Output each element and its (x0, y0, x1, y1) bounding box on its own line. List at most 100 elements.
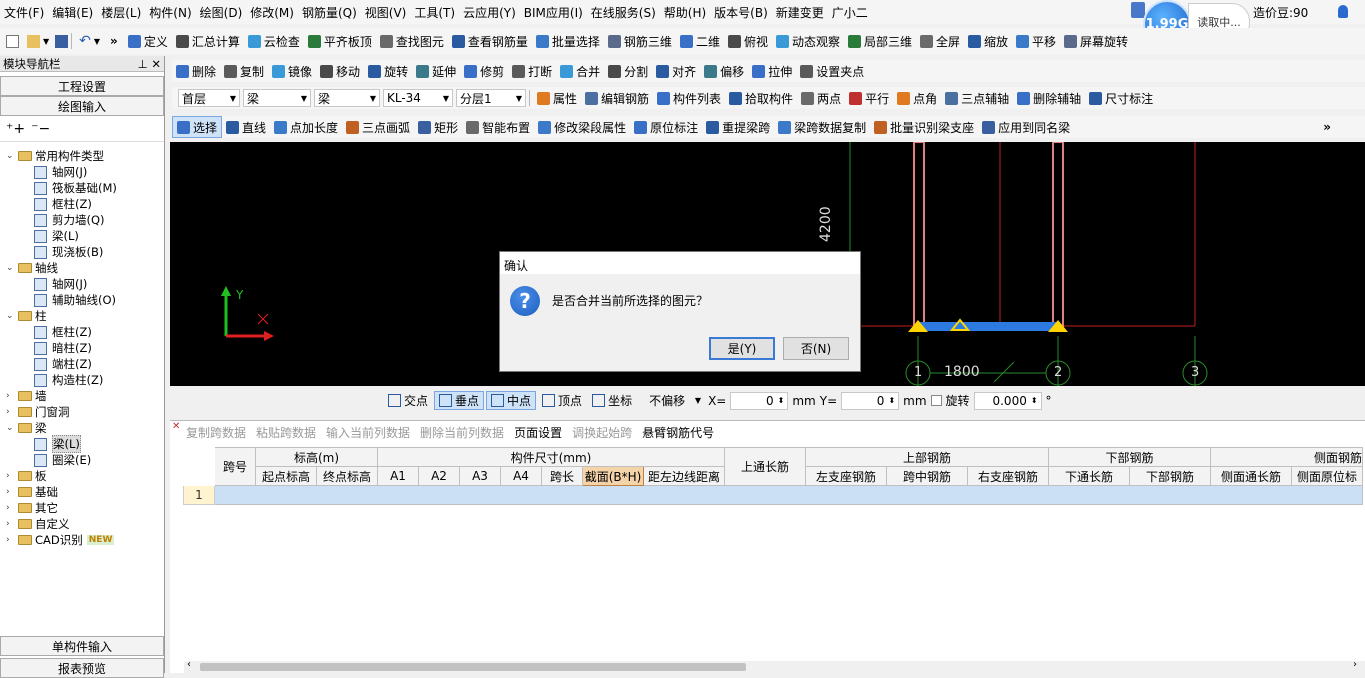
main-tool-2[interactable]: 云检查 (244, 28, 304, 54)
menu-item-8[interactable]: 工具(T) (410, 0, 459, 24)
comp-tool-1[interactable]: 编辑钢筋 (581, 87, 653, 109)
report-preview-button[interactable]: 报表预览 (0, 658, 164, 678)
expand-icon[interactable]: › (6, 471, 16, 481)
menu-item-5[interactable]: 修改(M) (246, 0, 298, 24)
save-icon[interactable] (55, 34, 69, 48)
main-tool-13[interactable]: 缩放 (964, 28, 1012, 54)
comp-tool-4[interactable]: 两点 (797, 87, 845, 109)
subcol-10[interactable]: 跨中钢筋 (886, 466, 968, 486)
subcol-15[interactable]: 侧面原位标 (1291, 466, 1363, 486)
menu-item-7[interactable]: 视图(V) (361, 0, 411, 24)
tree-item-21[interactable]: › 基础 (6, 484, 58, 500)
main-tool-4[interactable]: 查找图元 (376, 28, 448, 54)
user-icon[interactable] (1131, 2, 1145, 18)
snap-2[interactable]: 中点 (486, 391, 537, 410)
col-dimensions[interactable]: 构件尺寸(mm) (377, 447, 725, 467)
draw-tool-4[interactable]: 矩形 (414, 116, 462, 138)
collapse-all-icon[interactable]: ⁻− (31, 121, 50, 137)
panel-close-icon[interactable]: ✕ (172, 421, 180, 432)
table-row[interactable] (214, 485, 1363, 505)
main-tool-1[interactable]: 汇总计算 (172, 28, 244, 54)
scroll-left-icon[interactable]: ‹ (187, 659, 191, 670)
tree-item-20[interactable]: › 板 (6, 468, 47, 484)
edit-tool-6[interactable]: 修剪 (460, 60, 508, 82)
single-component-input-button[interactable]: 单构件输入 (0, 636, 164, 656)
menu-item-3[interactable]: 构件(N) (145, 0, 195, 24)
main-tool-10[interactable]: 动态观察 (772, 28, 844, 54)
edit-tool-3[interactable]: 移动 (316, 60, 364, 82)
menu-item-14[interactable]: 新建变更 (772, 0, 828, 24)
menu-item-9[interactable]: 云应用(Y) (459, 0, 520, 24)
edit-tool-0[interactable]: 删除 (172, 60, 220, 82)
expand-icon[interactable]: › (6, 535, 16, 545)
main-tool-9[interactable]: 俯视 (724, 28, 772, 54)
comp-tool-7[interactable]: 三点辅轴 (941, 87, 1013, 109)
horizontal-scrollbar[interactable]: ‹ › (184, 659, 1365, 673)
main-tool-3[interactable]: 平齐板顶 (304, 28, 376, 54)
column-left[interactable] (913, 142, 925, 327)
tree-item-1[interactable]: 轴网(J) (34, 164, 87, 180)
edit-tool-4[interactable]: 旋转 (364, 60, 412, 82)
collapse-icon[interactable]: ⌄ (6, 263, 16, 273)
edit-tool-12[interactable]: 拉伸 (748, 60, 796, 82)
expand-all-icon[interactable]: ⁺+ (6, 121, 25, 137)
subcol-11[interactable]: 右支座钢筋 (967, 466, 1049, 486)
comp-tool-9[interactable]: 尺寸标注 (1085, 87, 1157, 109)
menu-item-6[interactable]: 钢筋量(Q) (298, 0, 361, 24)
tree-item-11[interactable]: 框柱(Z) (34, 324, 92, 340)
subcol-2[interactable]: A1 (377, 466, 419, 486)
undo-dropdown-icon[interactable]: ▼ (94, 37, 100, 46)
draw-tool-7[interactable]: 原位标注 (630, 116, 702, 138)
pin-icon[interactable]: ᅟ⊥ (127, 57, 148, 71)
subcol-0[interactable]: 起点标高 (255, 466, 317, 486)
comp-tool-5[interactable]: 平行 (845, 87, 893, 109)
edit-tool-9[interactable]: 分割 (604, 60, 652, 82)
main-tool-11[interactable]: 局部三维 (844, 28, 916, 54)
tree-item-16[interactable]: › 门窗洞 (6, 404, 70, 420)
tree-item-6[interactable]: 现浇板(B) (34, 244, 103, 260)
menu-item-11[interactable]: 在线服务(S) (587, 0, 660, 24)
comp-tool-6[interactable]: 点角 (893, 87, 941, 109)
grid-tool-4[interactable]: 页面设置 (514, 424, 562, 441)
menu-item-1[interactable]: 编辑(E) (48, 0, 97, 24)
main-tool-15[interactable]: 屏幕旋转 (1060, 28, 1132, 54)
new-file-icon[interactable] (6, 34, 19, 48)
comp-tool-2[interactable]: 构件列表 (653, 87, 725, 109)
tree-item-13[interactable]: 端柱(Z) (34, 356, 92, 372)
snap-3[interactable]: 顶点 (538, 392, 586, 409)
tree-item-5[interactable]: 梁(L) (34, 228, 79, 244)
col-elevation[interactable]: 标高(m) (255, 447, 378, 467)
edit-tool-1[interactable]: 复制 (220, 60, 268, 82)
edit-tool-2[interactable]: 镜像 (268, 60, 316, 82)
subcol-4[interactable]: A3 (459, 466, 501, 486)
type-select[interactable]: 梁 ▼ (314, 89, 380, 107)
subcol-7[interactable]: 截面(B*H) (582, 466, 644, 486)
tree-item-0[interactable]: ⌄ 常用构件类型 (6, 148, 104, 164)
collapse-icon[interactable]: ⌄ (6, 423, 16, 433)
main-tool-12[interactable]: 全屏 (916, 28, 964, 54)
snap-0[interactable]: 交点 (384, 392, 432, 409)
close-icon[interactable]: ✕ (151, 57, 161, 71)
member-select[interactable]: KL-34 ▼ (383, 89, 453, 107)
grid-tool-6[interactable]: 悬臂钢筋代号 (642, 424, 714, 441)
draw-tool-5[interactable]: 智能布置 (462, 116, 534, 138)
edit-tool-10[interactable]: 对齐 (652, 60, 700, 82)
subcol-3[interactable]: A2 (418, 466, 460, 486)
subcol-13[interactable]: 下部钢筋 (1129, 466, 1211, 486)
project-settings-button[interactable]: 工程设置 (0, 76, 164, 96)
tree-item-15[interactable]: › 墙 (6, 388, 47, 404)
comp-tool-0[interactable]: 属性 (533, 87, 581, 109)
menu-item-2[interactable]: 楼层(L) (97, 0, 145, 24)
layer-select[interactable]: 分层1 ▼ (456, 89, 526, 107)
edit-tool-5[interactable]: 延伸 (412, 60, 460, 82)
tree-item-14[interactable]: 构造柱(Z) (34, 372, 103, 388)
draw-tool-2[interactable]: 点加长度 (270, 116, 342, 138)
tree-item-2[interactable]: 筏板基础(M) (34, 180, 117, 196)
open-dropdown-icon[interactable]: ▼ (43, 37, 49, 46)
bell-icon[interactable] (1338, 5, 1348, 18)
menu-item-15[interactable]: 广小二 (828, 0, 872, 24)
offset-select[interactable]: 不偏移 ▼ (646, 392, 704, 410)
tree-item-3[interactable]: 框柱(Z) (34, 196, 92, 212)
tree-item-24[interactable]: › CAD识别 NEW (6, 532, 115, 548)
subcol-12[interactable]: 下通长筋 (1048, 466, 1130, 486)
